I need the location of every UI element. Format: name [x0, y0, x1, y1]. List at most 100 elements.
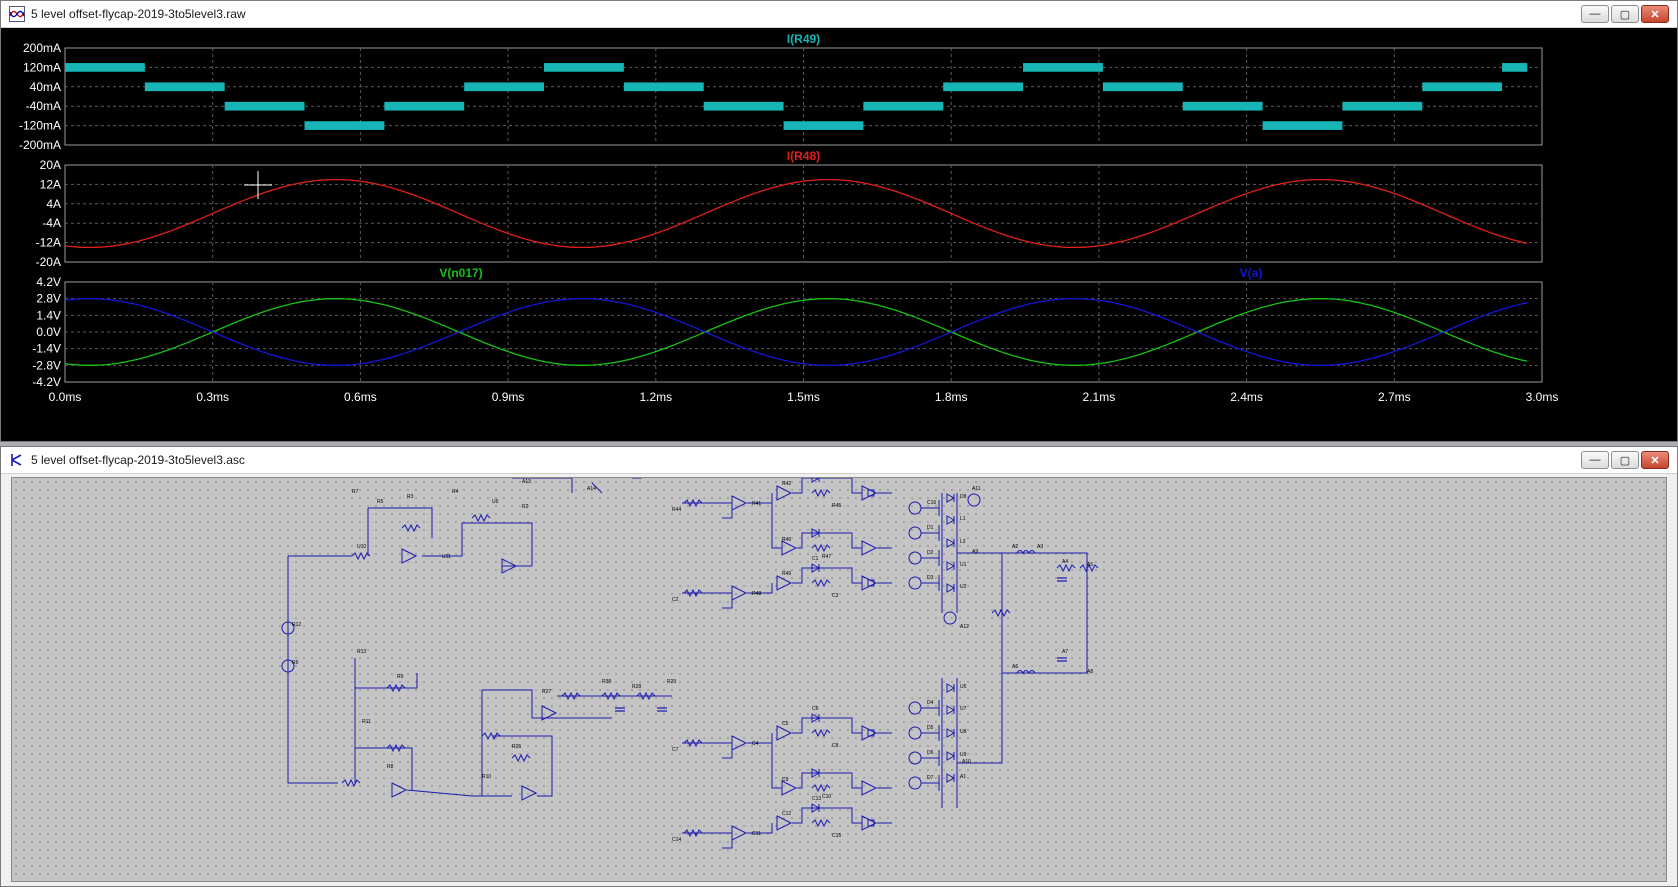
component-label[interactable]: R41	[752, 501, 761, 507]
wire[interactable]	[287, 556, 338, 784]
resistor-symbol[interactable]	[351, 551, 371, 561]
component-label[interactable]: R10	[482, 774, 491, 780]
voltage-source-symbol[interactable]	[967, 493, 981, 507]
minimize-button[interactable]: —	[1581, 451, 1609, 469]
component-label[interactable]: C14	[672, 837, 681, 843]
component-label[interactable]: R6	[292, 660, 299, 666]
wire[interactable]	[797, 772, 862, 789]
wire[interactable]	[355, 673, 418, 689]
component-label[interactable]: C16	[927, 500, 936, 506]
schematic-canvas[interactable]: R12 R6 R7 R5 R3 R4 U6 R2 U10 U11 R13 R11 R9 R8 R10 R26 R…	[11, 477, 1667, 882]
component-label[interactable]: R47	[822, 554, 831, 560]
resistor-symbol[interactable]	[811, 783, 831, 793]
resistor-symbol[interactable]	[471, 513, 491, 523]
component-label[interactable]: C7	[672, 747, 679, 753]
opamp-symbol[interactable]	[776, 725, 793, 741]
maximize-button[interactable]: ▢	[1611, 451, 1639, 469]
opamp-symbol[interactable]	[781, 540, 798, 556]
component-label[interactable]: C6	[812, 706, 819, 712]
voltage-source-symbol[interactable]	[908, 526, 922, 540]
diode-symbol[interactable]	[946, 773, 956, 783]
diode-symbol[interactable]	[811, 478, 821, 483]
opamp-symbol[interactable]	[776, 485, 793, 501]
component-label[interactable]: A7	[1062, 649, 1068, 655]
opamp-symbol[interactable]	[776, 815, 793, 831]
schematic-drawing[interactable]: R12 R6 R7 R5 R3 R4 U6 R2 U10 U11 R13 R11 R9 R8 R10 R26 R…	[12, 478, 1667, 882]
component-label[interactable]: U2	[960, 584, 967, 590]
component-label[interactable]: C11	[752, 831, 761, 837]
wire[interactable]	[422, 522, 533, 566]
component-label[interactable]: C13	[812, 796, 821, 802]
resistor-symbol[interactable]	[1056, 563, 1076, 573]
component-label[interactable]: R11	[362, 719, 371, 725]
plot-window-titlebar[interactable]: 5 level offset-flycap-2019-3to5level3.ra…	[1, 1, 1677, 28]
component-label[interactable]: U8	[960, 729, 967, 735]
voltage-source-symbol[interactable]	[908, 576, 922, 590]
component-label[interactable]: R12	[292, 622, 301, 628]
component-label[interactable]: R13	[357, 649, 366, 655]
wire[interactable]	[406, 789, 482, 797]
opamp-symbol[interactable]	[401, 548, 418, 564]
capacitor-symbol[interactable]	[1057, 577, 1067, 582]
component-label[interactable]: R48	[752, 591, 761, 597]
component-label[interactable]: A13	[522, 479, 531, 485]
resistor-symbol[interactable]	[991, 608, 1011, 618]
opamp-symbol[interactable]	[731, 825, 748, 841]
component-label[interactable]: A5	[1087, 562, 1093, 568]
component-label[interactable]: C4	[752, 741, 759, 747]
component-label[interactable]: D5	[927, 725, 934, 731]
component-label[interactable]: A3	[1037, 544, 1043, 550]
component-label[interactable]: R38	[602, 679, 611, 685]
voltage-source-symbol[interactable]	[908, 776, 922, 790]
component-label[interactable]: D7	[927, 775, 934, 781]
component-label[interactable]: C5	[782, 721, 789, 727]
component-label[interactable]: U1	[960, 562, 967, 568]
component-label[interactable]: A14	[587, 486, 596, 492]
opamp-symbol[interactable]	[861, 540, 878, 556]
diode-symbol[interactable]	[946, 705, 956, 715]
component-label[interactable]: U7	[960, 706, 967, 712]
component-label[interactable]: D2	[927, 550, 934, 556]
component-label[interactable]: R4	[452, 489, 459, 495]
capacitor-symbol[interactable]	[615, 707, 625, 712]
component-label[interactable]: R2	[522, 504, 529, 510]
component-label[interactable]: D8	[960, 494, 967, 500]
close-button[interactable]: ✕	[1641, 451, 1669, 469]
maximize-button[interactable]: ▢	[1611, 5, 1639, 23]
component-label[interactable]: R9	[397, 674, 404, 680]
resistor-symbol[interactable]	[401, 523, 421, 533]
component-label[interactable]: A6	[1012, 664, 1018, 670]
component-label[interactable]: R3	[407, 494, 414, 500]
component-label[interactable]: C10	[822, 794, 831, 800]
resistor-symbol[interactable]	[341, 778, 361, 788]
component-label[interactable]: R8	[387, 764, 394, 770]
voltage-source-symbol[interactable]	[908, 751, 922, 765]
component-label[interactable]: R7	[352, 489, 359, 495]
wire[interactable]	[481, 690, 512, 797]
resistor-symbol[interactable]	[811, 818, 831, 828]
component-label[interactable]: C12	[782, 811, 791, 817]
component-label[interactable]: C9	[782, 777, 789, 783]
component-label[interactable]: L1	[960, 516, 966, 522]
component-label[interactable]: D6	[927, 750, 934, 756]
component-label[interactable]: U6	[492, 499, 499, 505]
component-label[interactable]: A8	[1087, 669, 1093, 675]
wire[interactable]	[797, 532, 862, 549]
wire[interactable]	[771, 743, 782, 789]
component-label[interactable]: D1	[927, 525, 934, 531]
waveform-plot[interactable]: 200mA 120mA 40mA -40mA -120mA -200mA I(R49) 20A…	[1, 28, 1677, 441]
resistor-symbol[interactable]	[511, 753, 531, 763]
component-label[interactable]: C15	[832, 833, 841, 839]
component-label[interactable]: A2	[1012, 544, 1018, 550]
component-label[interactable]: C8	[832, 743, 839, 749]
minimize-button[interactable]: —	[1581, 5, 1609, 23]
component-label[interactable]: U11	[442, 554, 451, 560]
schematic-window-titlebar[interactable]: 5 level offset-flycap-2019-3to5level3.as…	[1, 447, 1677, 474]
component-label[interactable]: R5	[377, 499, 384, 505]
diode-symbol[interactable]	[946, 493, 956, 503]
diode-symbol[interactable]	[946, 751, 956, 761]
component-label[interactable]: R42	[782, 481, 791, 487]
close-button[interactable]: ✕	[1641, 5, 1669, 23]
voltage-source-symbol[interactable]	[943, 611, 957, 625]
component-label[interactable]: D4	[927, 700, 934, 706]
